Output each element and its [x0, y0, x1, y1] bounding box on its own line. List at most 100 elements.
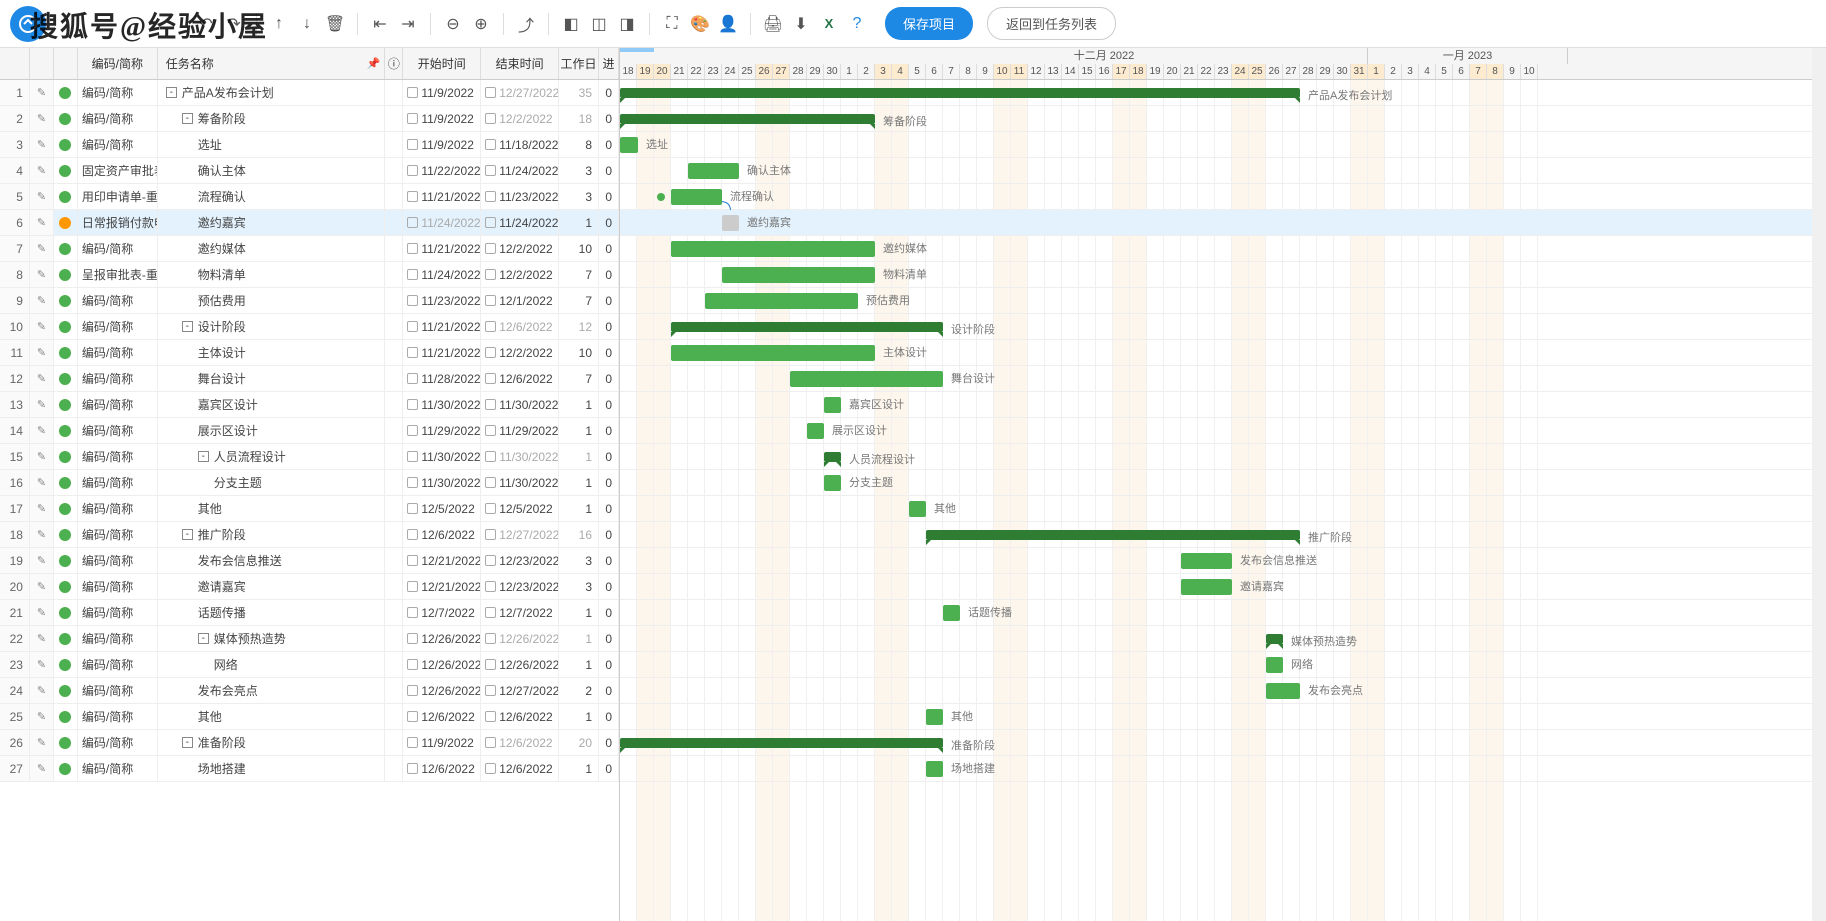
gantt-bar[interactable]: 设计阶段	[671, 322, 943, 332]
edit-icon[interactable]: ✎	[30, 470, 54, 495]
edit-icon[interactable]: ✎	[30, 704, 54, 729]
gantt-bar[interactable]: 其他	[909, 501, 926, 517]
gantt-bar[interactable]: 准备阶段	[620, 738, 943, 748]
gantt-bar[interactable]: 其他	[926, 709, 943, 725]
gantt-row[interactable]: 发布会亮点	[620, 678, 1826, 704]
edit-icon[interactable]: ✎	[30, 184, 54, 209]
table-row[interactable]: 11 ✎ 编码/简称 主体设计 11/21/2022 12/2/2022 10 …	[0, 340, 619, 366]
gantt-bar[interactable]: 邀约媒体	[671, 241, 875, 257]
gantt-row[interactable]: 其他	[620, 704, 1826, 730]
edit-icon[interactable]: ✎	[30, 522, 54, 547]
excel-icon[interactable]: X	[817, 12, 841, 36]
gantt-row[interactable]: 舞台设计	[620, 366, 1826, 392]
col-info[interactable]: ⓘ	[385, 48, 403, 79]
edit-icon[interactable]: ✎	[30, 314, 54, 339]
gantt-row[interactable]: 场地搭建	[620, 756, 1826, 782]
table-row[interactable]: 22 ✎ 编码/简称 -媒体预热造势 12/26/2022 12/26/2022…	[0, 626, 619, 652]
gantt-row[interactable]: 预估费用	[620, 288, 1826, 314]
fullscreen-icon[interactable]: ⛶	[660, 12, 684, 36]
zoom-in-icon[interactable]: ⊕	[469, 12, 493, 36]
delete-icon[interactable]: 🗑	[323, 12, 347, 36]
gantt-row[interactable]: 媒体预热造势	[620, 626, 1826, 652]
table-row[interactable]: 24 ✎ 编码/简称 发布会亮点 12/26/2022 12/27/2022 2…	[0, 678, 619, 704]
col-name[interactable]: 任务名称📌	[158, 48, 386, 79]
gantt-bar[interactable]: 分支主题	[824, 475, 841, 491]
gantt-bar[interactable]: 展示区设计	[807, 423, 824, 439]
edit-icon[interactable]: ✎	[30, 626, 54, 651]
table-row[interactable]: 2 ✎ 编码/简称 -筹备阶段 11/9/2022 12/2/2022 18 0	[0, 106, 619, 132]
gantt-row[interactable]: 网络	[620, 652, 1826, 678]
expand-icon[interactable]: -	[182, 113, 193, 124]
gantt-row[interactable]: 人员流程设计	[620, 444, 1826, 470]
gantt-bar[interactable]: 发布会亮点	[1266, 683, 1300, 699]
palette-icon[interactable]: 🎨	[688, 12, 712, 36]
print-icon[interactable]: 🖨	[761, 12, 785, 36]
gantt-row[interactable]: 其他	[620, 496, 1826, 522]
gantt-bar[interactable]: 舞台设计	[790, 371, 943, 387]
edit-icon[interactable]: ✎	[30, 366, 54, 391]
table-row[interactable]: 10 ✎ 编码/简称 -设计阶段 11/21/2022 12/6/2022 12…	[0, 314, 619, 340]
edit-icon[interactable]: ✎	[30, 158, 54, 183]
table-row[interactable]: 14 ✎ 编码/简称 展示区设计 11/29/2022 11/29/2022 1…	[0, 418, 619, 444]
gantt-row[interactable]: 选址	[620, 132, 1826, 158]
table-row[interactable]: 1 ✎ 编码/简称 -产品A发布会计划 11/9/2022 12/27/2022…	[0, 80, 619, 106]
gantt-row[interactable]: 产品A发布会计划	[620, 80, 1826, 106]
edit-icon[interactable]: ✎	[30, 600, 54, 625]
gantt-bar[interactable]: 嘉宾区设计	[824, 397, 841, 413]
share-icon[interactable]: ⤴	[514, 12, 538, 36]
edit-icon[interactable]: ✎	[30, 262, 54, 287]
gantt-bar[interactable]: 物料清单	[722, 267, 875, 283]
expand-icon[interactable]: -	[198, 633, 209, 644]
move-down-icon[interactable]: ↓	[295, 12, 319, 36]
return-button[interactable]: 返回到任务列表	[987, 7, 1116, 40]
table-row[interactable]: 9 ✎ 编码/简称 预估费用 11/23/2022 12/1/2022 7 0	[0, 288, 619, 314]
gantt-row[interactable]: 嘉宾区设计	[620, 392, 1826, 418]
edit-icon[interactable]: ✎	[30, 678, 54, 703]
gantt-bar[interactable]: 邀请嘉宾	[1181, 579, 1232, 595]
table-row[interactable]: 16 ✎ 编码/简称 分支主题 11/30/2022 11/30/2022 1 …	[0, 470, 619, 496]
expand-icon[interactable]: -	[182, 737, 193, 748]
table-row[interactable]: 21 ✎ 编码/简称 话题传播 12/7/2022 12/7/2022 1 0	[0, 600, 619, 626]
indent-icon[interactable]: ⇥	[396, 12, 420, 36]
gantt-row[interactable]: 邀约嘉宾	[620, 210, 1826, 236]
gantt-row[interactable]: 话题传播	[620, 600, 1826, 626]
col-end[interactable]: 结束时间	[481, 48, 559, 79]
edit-icon[interactable]: ✎	[30, 418, 54, 443]
gantt-bar[interactable]: 媒体预热造势	[1266, 634, 1283, 644]
edit-icon[interactable]: ✎	[30, 548, 54, 573]
gantt-bar[interactable]: 网络	[1266, 657, 1283, 673]
table-row[interactable]: 12 ✎ 编码/简称 舞台设计 11/28/2022 12/6/2022 7 0	[0, 366, 619, 392]
gantt-row[interactable]: 邀约媒体	[620, 236, 1826, 262]
table-row[interactable]: 13 ✎ 编码/简称 嘉宾区设计 11/30/2022 11/30/2022 1…	[0, 392, 619, 418]
gantt-bar[interactable]: 选址	[620, 137, 638, 153]
gantt-body[interactable]: 产品A发布会计划筹备阶段选址确认主体⤵流程确认邀约嘉宾邀约媒体物料清单预估费用设…	[620, 80, 1826, 921]
gantt-bar[interactable]: 话题传播	[943, 605, 960, 621]
download-icon[interactable]: ⬇	[789, 12, 813, 36]
expand-icon[interactable]: -	[166, 87, 177, 98]
gantt-bar[interactable]: 筹备阶段	[620, 114, 875, 124]
expand-icon[interactable]: -	[182, 529, 193, 540]
gantt-bar[interactable]: 主体设计	[671, 345, 875, 361]
edit-icon[interactable]: ✎	[30, 730, 54, 755]
gantt-row[interactable]: 分支主题	[620, 470, 1826, 496]
gantt-bar[interactable]: 推广阶段	[926, 530, 1300, 540]
col-days[interactable]: 工作日	[559, 48, 599, 79]
move-up-icon[interactable]: ↑	[267, 12, 291, 36]
table-row[interactable]: 19 ✎ 编码/简称 发布会信息推送 12/21/2022 12/23/2022…	[0, 548, 619, 574]
layout-left-icon[interactable]: ◧	[559, 12, 583, 36]
table-row[interactable]: 3 ✎ 编码/简称 选址 11/9/2022 11/18/2022 8 0	[0, 132, 619, 158]
edit-icon[interactable]: ✎	[30, 574, 54, 599]
col-prog[interactable]: 进	[599, 48, 619, 79]
edit-icon[interactable]: ✎	[30, 80, 54, 105]
table-row[interactable]: 18 ✎ 编码/简称 -推广阶段 12/6/2022 12/27/2022 16…	[0, 522, 619, 548]
table-row[interactable]: 27 ✎ 编码/简称 场地搭建 12/6/2022 12/6/2022 1 0	[0, 756, 619, 782]
table-row[interactable]: 6 ✎ 日常报销付款申 邀约嘉宾 11/24/2022 11/24/2022 1…	[0, 210, 619, 236]
table-row[interactable]: 20 ✎ 编码/简称 邀请嘉宾 12/21/2022 12/23/2022 3 …	[0, 574, 619, 600]
table-row[interactable]: 15 ✎ 编码/简称 -人员流程设计 11/30/2022 11/30/2022…	[0, 444, 619, 470]
table-row[interactable]: 25 ✎ 编码/简称 其他 12/6/2022 12/6/2022 1 0	[0, 704, 619, 730]
outdent-icon[interactable]: ⇤	[368, 12, 392, 36]
gantt-row[interactable]: 确认主体	[620, 158, 1826, 184]
gantt-bar[interactable]: 人员流程设计	[824, 452, 841, 462]
expand-icon[interactable]: -	[182, 321, 193, 332]
gantt-row[interactable]: 设计阶段	[620, 314, 1826, 340]
